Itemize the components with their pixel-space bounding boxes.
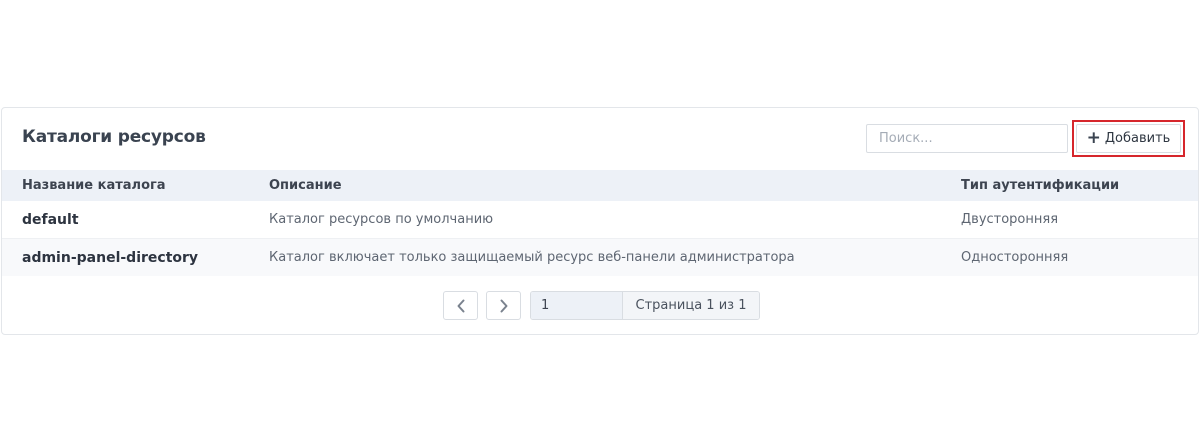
column-header-name[interactable]: Название каталога <box>22 170 166 201</box>
table-header: Название каталога Описание Тип аутентифи… <box>2 170 1198 201</box>
resource-catalogs-panel: Каталоги ресурсов + Добавить Название ка… <box>1 107 1199 335</box>
catalog-name[interactable]: admin-panel-directory <box>22 239 198 276</box>
catalog-description: Каталог ресурсов по умолчанию <box>269 212 494 227</box>
column-header-auth-type[interactable]: Тип аутентификации <box>961 170 1119 201</box>
chevron-right-icon <box>500 299 507 312</box>
add-button[interactable]: + Добавить <box>1076 124 1181 153</box>
plus-icon: + <box>1086 128 1101 148</box>
search-input[interactable] <box>866 124 1068 153</box>
catalog-auth-type: Односторонняя <box>961 250 1069 265</box>
catalog-description: Каталог включает только защищаемый ресур… <box>269 250 795 265</box>
chevron-left-icon <box>457 299 464 312</box>
page-selector: Страница 1 из 1 <box>530 291 760 320</box>
page-title: Каталоги ресурсов <box>22 127 206 147</box>
catalog-name[interactable]: default <box>22 201 79 238</box>
page-number-input[interactable] <box>531 292 623 319</box>
column-header-description[interactable]: Описание <box>269 170 342 201</box>
next-page-button[interactable] <box>486 291 521 320</box>
pagination: Страница 1 из 1 <box>2 291 1198 321</box>
catalogs-table: Название каталога Описание Тип аутентифи… <box>2 170 1198 276</box>
page-count-label: Страница 1 из 1 <box>623 292 759 319</box>
add-button-label: Добавить <box>1104 131 1171 146</box>
table-row[interactable]: default Каталог ресурсов по умолчанию Дв… <box>2 201 1198 238</box>
table-row[interactable]: admin-panel-directory Каталог включает т… <box>2 238 1198 276</box>
catalog-auth-type: Двусторонняя <box>961 212 1059 227</box>
prev-page-button[interactable] <box>443 291 478 320</box>
